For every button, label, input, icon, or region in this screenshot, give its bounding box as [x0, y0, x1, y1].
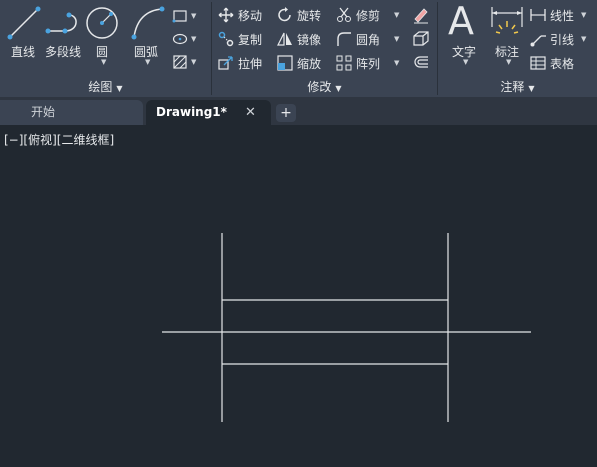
3d-box-icon	[413, 31, 429, 46]
3d-box-button[interactable]	[412, 29, 430, 49]
table-button[interactable]: 表格	[530, 53, 574, 73]
circle-button[interactable]: 圆 ▼	[84, 3, 120, 73]
modify-panel-expand-icon: ▼	[335, 84, 342, 93]
rotate-icon	[278, 7, 291, 22]
dimension-button[interactable]: 标注 ▼	[488, 3, 526, 73]
table-icon	[530, 56, 546, 70]
stretch-label: 拉伸	[238, 56, 263, 71]
annotation-panel-title-text: 注释	[500, 80, 525, 94]
erase-icon	[414, 8, 428, 24]
dimension-icon	[491, 7, 523, 34]
ribbon: 直线 多段线 圆 ▼ 圆弧 ▼ ▼ ▼ ▼ 绘图 ▼ 移动 旋转 修剪 ▼ 复制…	[0, 0, 597, 97]
annotation-panel-expand-icon: ▼	[528, 84, 535, 93]
array-label: 阵列	[356, 56, 381, 71]
hatch-dropdown-icon[interactable]: ▼	[191, 58, 196, 66]
polyline-icon	[45, 12, 77, 34]
draw-panel: 直线 多段线 圆 ▼ 圆弧 ▼ ▼ ▼ ▼ 绘图 ▼	[0, 0, 211, 97]
table-label: 表格	[550, 56, 575, 71]
rectangle-icon	[172, 10, 187, 23]
draw-panel-title-text: 绘图	[88, 80, 113, 94]
polyline-button[interactable]: 多段线	[43, 3, 83, 73]
leader-icon	[530, 35, 546, 47]
ellipse-dropdown-icon[interactable]: ▼	[191, 35, 196, 43]
move-label: 移动	[238, 8, 263, 23]
hatch-icon	[173, 55, 187, 69]
scale-label: 缩放	[297, 56, 322, 71]
arc-button[interactable]: 圆弧 ▼	[126, 3, 166, 73]
dimension-dropdown-icon[interactable]: ▼	[506, 58, 511, 66]
array-button[interactable]: 阵列 ▼	[336, 53, 399, 73]
erase-button[interactable]	[412, 5, 430, 25]
trim-button[interactable]: 修剪 ▼	[336, 5, 399, 25]
plus-icon: +	[280, 105, 292, 121]
leader-label: 引线	[550, 32, 575, 47]
circle-icon	[86, 7, 118, 39]
draw-panel-title[interactable]: 绘图 ▼	[0, 78, 211, 96]
circle-dropdown-icon[interactable]: ▼	[101, 58, 106, 66]
rotate-label: 旋转	[297, 8, 322, 23]
modify-panel-title[interactable]: 修改 ▼	[212, 78, 437, 96]
arc-icon	[131, 6, 165, 40]
move-icon	[218, 7, 234, 23]
drawing-canvas[interactable]	[0, 125, 597, 467]
scale-button[interactable]: 缩放	[277, 53, 321, 73]
array-dropdown-icon[interactable]: ▼	[394, 59, 399, 67]
fillet-dropdown-icon[interactable]: ▼	[394, 35, 399, 43]
fillet-icon	[337, 32, 351, 46]
stretch-icon	[218, 56, 233, 70]
mirror-icon	[277, 32, 292, 46]
linear-dim-button[interactable]: 线性 ▼	[530, 5, 586, 25]
tab-start[interactable]: 开始	[0, 100, 143, 125]
linear-dim-icon	[530, 9, 546, 21]
trim-dropdown-icon[interactable]: ▼	[394, 11, 399, 19]
annotation-panel-title[interactable]: 注释 ▼	[438, 78, 597, 96]
tab-start-label: 开始	[31, 105, 56, 119]
copy-label: 复制	[238, 32, 263, 47]
leader-dropdown-icon[interactable]: ▼	[581, 35, 586, 43]
text-icon: A	[448, 0, 474, 43]
trim-icon	[337, 7, 351, 22]
modify-panel-title-text: 修改	[307, 80, 332, 94]
move-button[interactable]: 移动	[218, 5, 262, 25]
line-icon	[7, 6, 41, 40]
line-button[interactable]: 直线	[4, 3, 42, 73]
text-dropdown-icon[interactable]: ▼	[463, 58, 468, 66]
offset-button[interactable]	[412, 53, 430, 73]
leader-button[interactable]: 引线 ▼	[530, 29, 586, 49]
polyline-label: 多段线	[44, 45, 81, 59]
fillet-button[interactable]: 圆角 ▼	[336, 29, 399, 49]
linear-dim-label: 线性	[550, 8, 575, 23]
tab-drawing1-label: Drawing1*	[156, 105, 227, 119]
array-icon	[336, 55, 352, 71]
line-label: 直线	[10, 45, 35, 59]
ellipse-button[interactable]: ▼	[172, 29, 196, 49]
rotate-button[interactable]: 旋转	[277, 5, 321, 25]
offset-icon	[414, 56, 428, 68]
close-tab-icon[interactable]: ✕	[245, 100, 256, 125]
trim-label: 修剪	[356, 8, 381, 23]
draw-panel-expand-icon: ▼	[116, 84, 123, 93]
tab-drawing1[interactable]: Drawing1* ✕	[146, 100, 271, 125]
ellipse-icon	[172, 33, 188, 45]
mirror-label: 镜像	[297, 32, 322, 47]
text-button[interactable]: A 文字 ▼	[444, 0, 484, 73]
modify-panel: 移动 旋转 修剪 ▼ 复制 镜像 圆角 ▼ 拉伸 缩放 阵列 ▼ 修改 ▼	[212, 0, 437, 97]
annotation-panel: A 文字 ▼ 标注 ▼ 线性 ▼ 引线 ▼ 表格 注释 ▼	[438, 0, 597, 97]
linear-dim-dropdown-icon[interactable]: ▼	[581, 11, 586, 19]
rectangle-button[interactable]: ▼	[172, 6, 196, 26]
rectangle-dropdown-icon[interactable]: ▼	[191, 12, 196, 20]
mirror-button[interactable]: 镜像	[277, 29, 321, 49]
stretch-button[interactable]: 拉伸	[218, 53, 262, 73]
scale-icon	[277, 55, 293, 71]
hatch-button[interactable]: ▼	[172, 52, 196, 72]
fillet-label: 圆角	[356, 32, 381, 47]
copy-icon	[218, 31, 234, 47]
copy-button[interactable]: 复制	[218, 29, 262, 49]
new-tab-button[interactable]: +	[276, 104, 296, 122]
arc-dropdown-icon[interactable]: ▼	[145, 58, 150, 66]
